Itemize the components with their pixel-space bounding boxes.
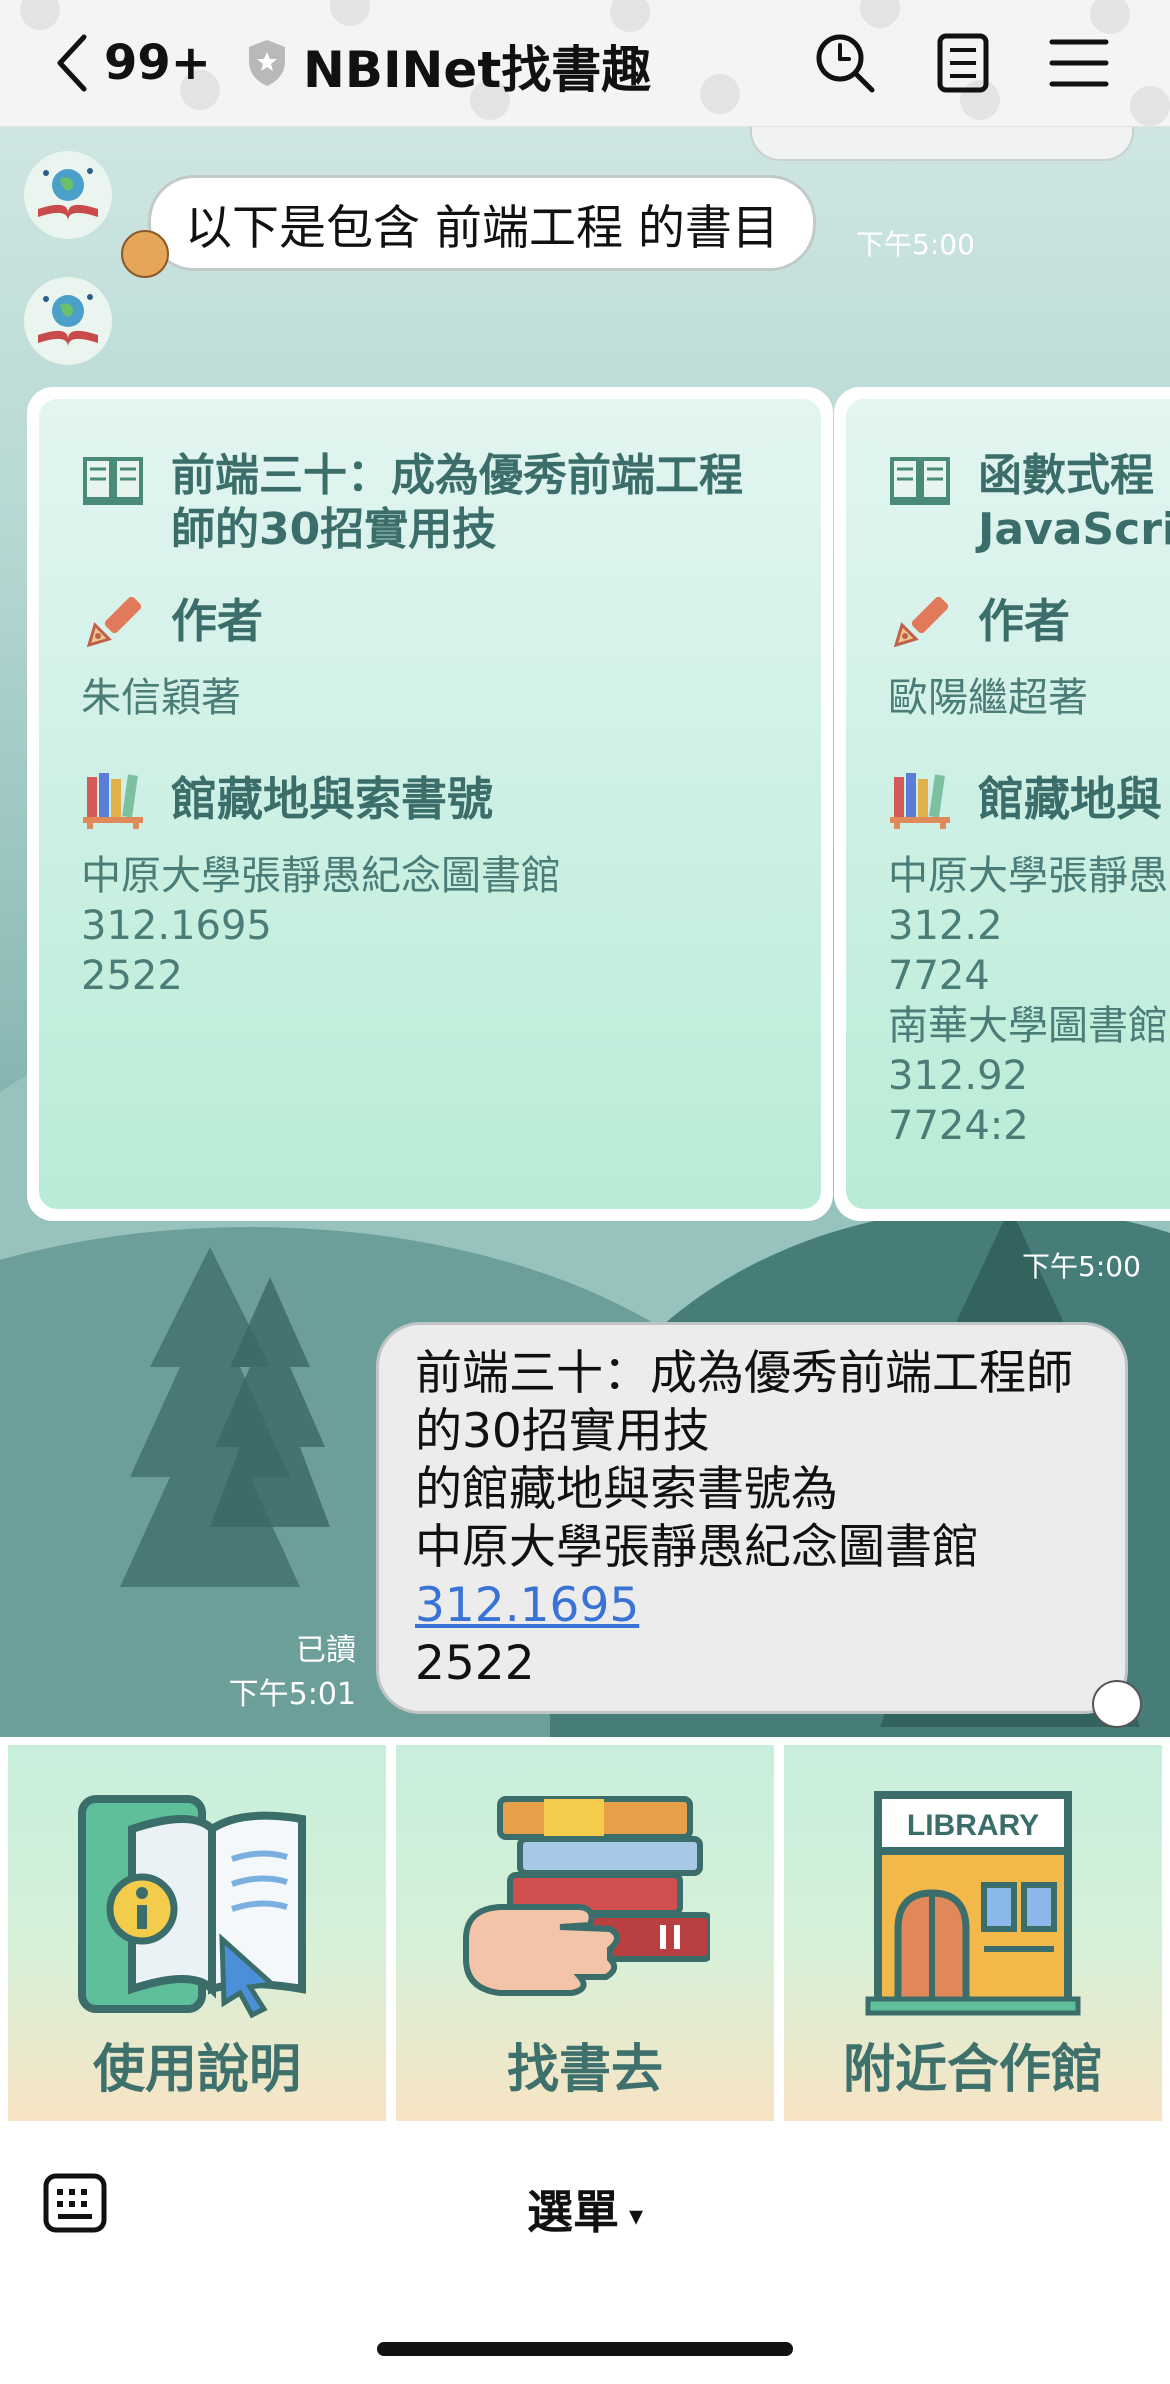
book-card-body: 前端三十：成為優秀前端工程師的30招實用技 作者 朱信穎著 館藏地與索書號 中原…: [39, 399, 821, 1209]
pen-nib-icon: [893, 596, 949, 648]
sent-message[interactable]: 前端三十：成為優秀前端工程師 的30招實用技 的館藏地與索書號為 中原大學張靜愚…: [376, 1322, 1142, 1728]
holdings-label: 館藏地與索書號: [171, 772, 493, 826]
bot-avatar[interactable]: [24, 277, 112, 365]
open-book-icon: [83, 457, 143, 505]
bottom-bar: 選單 ▾: [0, 2126, 1170, 2384]
holdings-line: 312.2: [888, 903, 1003, 949]
menu-toggle-button[interactable]: 選單 ▾: [0, 2176, 1170, 2242]
notes-icon: [937, 33, 989, 93]
rich-menu-label: 使用說明: [92, 2040, 301, 2100]
read-receipt: 已讀 下午5:01: [200, 1625, 356, 1713]
rich-menu-label: 附近合作館: [842, 2040, 1103, 2100]
book-author: 朱信穎著: [81, 675, 241, 721]
search-button[interactable]: [812, 30, 878, 96]
sent-message-bubble[interactable]: 前端三十：成為優秀前端工程師 的30招實用技 的館藏地與索書號為 中原大學張靜愚…: [376, 1322, 1128, 1714]
rich-menu-item-find-books[interactable]: 找書去: [396, 1745, 774, 2121]
chat-area[interactable]: 以下是包含 前端工程 的書目 下午5:00 前端三十：成為優秀前端工程師的30招…: [0, 127, 1170, 1737]
holdings-label: 館藏地與: [978, 772, 1162, 826]
manual-icon: [78, 1795, 306, 2019]
globe-book-icon: [38, 294, 98, 347]
bookshelf-icon: [890, 773, 950, 829]
call-number-link[interactable]: 312.1695: [415, 1578, 639, 1633]
search-icon: [816, 34, 875, 93]
sent-message-line: 前端三十：成為優秀前端工程師: [415, 1346, 1073, 1401]
sent-message-line: 的30招實用技: [415, 1404, 710, 1459]
more-menu-button[interactable]: [1046, 30, 1112, 96]
open-book-icon: [890, 457, 950, 505]
holdings-list: 中原大學張靜愚紀念圖書館 312.1695 2522: [81, 851, 821, 1001]
message-time: 下午5:00: [856, 228, 975, 261]
holdings-line: 中原大學張靜愚: [888, 853, 1168, 899]
character-sticker-icon: [121, 230, 169, 278]
book-card-body: 函數式程 JavaScrip 作者 歐陽繼超著: [846, 399, 1170, 1209]
tree-decoration: [210, 1277, 330, 1527]
notes-button[interactable]: [930, 30, 996, 96]
library-icon: LIBRARY: [865, 1791, 1081, 2016]
pen-nib-icon: [86, 596, 142, 648]
unread-count: 99+: [104, 35, 212, 91]
chat-header: 99+ NBINet找書趣: [0, 0, 1170, 128]
holdings-line: 312.1695: [81, 903, 272, 949]
book-title-line: 函數式程: [978, 450, 1154, 501]
previous-message-bubble: [750, 127, 1134, 161]
globe-book-icon: [38, 168, 98, 221]
holdings-list: 中原大學張靜愚 312.2 7724 南華大學圖書館 312.92 7724:2: [888, 851, 1170, 1151]
rich-menu-item-manual[interactable]: 使用說明: [8, 1745, 386, 2121]
library-sign: LIBRARY: [907, 1809, 1039, 1842]
read-status-text: 已讀: [296, 1633, 356, 1668]
sent-message-line: 2522: [415, 1636, 535, 1691]
holdings-line: 7724: [888, 953, 990, 999]
chat-title: NBINet找書趣: [303, 41, 652, 99]
chevron-left-icon: [57, 34, 87, 92]
rich-menu-label: 找書去: [506, 2040, 663, 2100]
message-time: 下午5:00: [1022, 1250, 1141, 1283]
bot-message-text: 以下是包含 前端工程 的書目: [185, 200, 779, 256]
book-title: 前端三十：成為優秀前端工程師的30招實用技: [171, 450, 743, 555]
author-label: 作者: [978, 594, 1070, 648]
holdings-line: 2522: [81, 953, 183, 999]
book-title-line: JavaScrip: [978, 504, 1170, 555]
holdings-line: 312.92: [888, 1053, 1028, 1099]
book-title: 函數式程 JavaScrip: [978, 449, 1170, 557]
holdings-line: 南華大學圖書館: [888, 1003, 1168, 1049]
book-author: 歐陽繼超著: [888, 675, 1088, 721]
holdings-line: 中原大學張靜愚紀念圖書館: [81, 853, 561, 899]
rich-menu: 使用說明 找書去 LIBRARY 附近合作館: [0, 1737, 1170, 2126]
bot-message-bubble[interactable]: 以下是包含 前端工程 的書目: [121, 175, 816, 278]
sent-message-line: 的館藏地與索書號為: [415, 1462, 838, 1517]
bookshelf-icon: [83, 773, 143, 829]
shield-icon: [249, 40, 285, 86]
book-card[interactable]: 函數式程 JavaScrip 作者 歐陽繼超著: [834, 387, 1170, 1221]
bear-sticker-icon: [1092, 1680, 1142, 1728]
bot-avatar[interactable]: [24, 151, 112, 239]
author-label: 作者: [171, 594, 263, 648]
sent-time: 下午5:01: [228, 1677, 356, 1712]
books-hand-icon: [463, 1796, 710, 1996]
caret-down-icon: ▾: [628, 2199, 644, 2232]
sent-message-line: 中原大學張靜愚紀念圖書館: [415, 1520, 979, 1575]
rich-menu-item-nearby-libraries[interactable]: LIBRARY 附近合作館: [784, 1745, 1162, 2121]
book-card[interactable]: 前端三十：成為優秀前端工程師的30招實用技 作者 朱信穎著 館藏地與索書號 中原…: [27, 387, 833, 1221]
back-button[interactable]: 99+: [52, 28, 222, 98]
menu-toggle-label: 選單: [526, 2185, 619, 2239]
holdings-line: 7724:2: [888, 1103, 1029, 1149]
hamburger-icon: [1049, 39, 1109, 87]
home-indicator: [377, 2342, 793, 2356]
